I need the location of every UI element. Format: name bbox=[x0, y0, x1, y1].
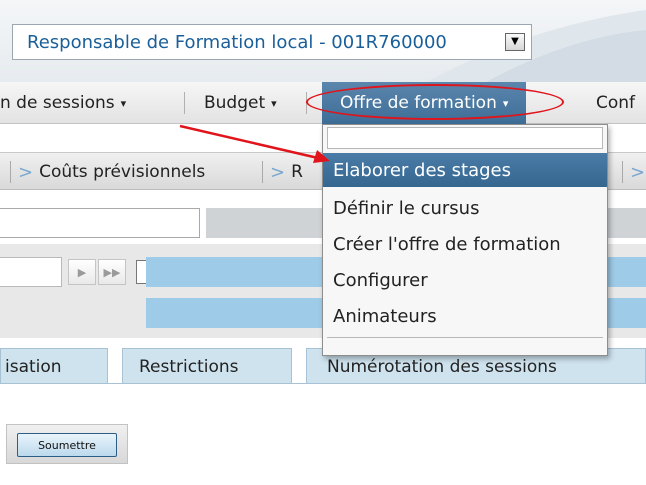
last-icon: ▶▶ bbox=[103, 265, 121, 279]
toolbar-separator bbox=[622, 161, 623, 183]
chevron-right-icon: > bbox=[630, 161, 646, 183]
menu-item-budget[interactable]: Budget ▾ bbox=[204, 82, 277, 124]
dropdown-item-creer-offre[interactable]: Créer l'offre de formation bbox=[323, 227, 607, 261]
profile-select-value: Responsable de Formation local - 001R760… bbox=[27, 31, 447, 53]
next-page-button[interactable]: ▶ bbox=[68, 259, 96, 285]
dropdown-footer bbox=[327, 337, 603, 351]
menu-item-label: Budget bbox=[204, 93, 266, 113]
menu-item-label: Offre de formation bbox=[340, 93, 497, 113]
dropdown-item-elaborer-des-stages[interactable]: Elaborer des stages bbox=[323, 153, 607, 187]
offre-de-formation-dropdown: Elaborer des stages Définir le cursus Cr… bbox=[322, 124, 608, 356]
tab-label: Numérotation des sessions bbox=[327, 356, 557, 377]
menu-item-sessions[interactable]: n de sessions ▾ bbox=[0, 82, 126, 124]
dropdown-item-label: Configurer bbox=[333, 269, 428, 291]
tab-label: isation bbox=[5, 356, 62, 377]
toolbar-item-label: Coûts prévisionnels bbox=[39, 162, 206, 182]
menu-item-configuration[interactable]: Conf bbox=[596, 82, 635, 124]
select-arrow-button[interactable]: ▼ bbox=[505, 33, 525, 51]
dropdown-item-label: Définir le cursus bbox=[333, 197, 480, 219]
submit-button[interactable]: Soumettre bbox=[17, 433, 117, 457]
toolbar-separator bbox=[262, 161, 263, 183]
toolbar-item-r[interactable]: > R bbox=[270, 153, 303, 191]
submit-area: Soumettre bbox=[6, 424, 128, 464]
profile-select[interactable]: Responsable de Formation local - 001R760… bbox=[12, 24, 532, 60]
dropdown-item-label: Elaborer des stages bbox=[333, 159, 511, 181]
chevron-down-icon: ▼ bbox=[511, 36, 519, 47]
next-icon: ▶ bbox=[77, 265, 87, 279]
chevron-down-icon: ▾ bbox=[502, 96, 509, 110]
chevron-right-icon: > bbox=[270, 161, 286, 183]
menu-separator bbox=[306, 92, 307, 114]
tab-divider bbox=[0, 383, 646, 384]
main-menubar: n de sessions ▾ Budget ▾ Offre de formatio… bbox=[0, 82, 646, 124]
top-header: Responsable de Formation local - 001R760… bbox=[0, 0, 646, 82]
toolbar-item-label: R bbox=[291, 162, 303, 182]
tab-restrictions[interactable]: Restrictions bbox=[122, 348, 292, 384]
chevron-down-icon: ▾ bbox=[271, 96, 277, 110]
toolbar-item-couts-previsionnels[interactable]: > Coûts prévisionnels bbox=[18, 153, 205, 191]
tab-label: Restrictions bbox=[139, 356, 239, 377]
menu-item-label: n de sessions bbox=[0, 93, 115, 113]
tab-organisation[interactable]: isation bbox=[0, 348, 108, 384]
dropdown-header-strip bbox=[327, 127, 603, 149]
chevron-down-icon: ▾ bbox=[120, 96, 127, 110]
toolbar-item-next[interactable]: > bbox=[630, 153, 646, 191]
page-input[interactable] bbox=[0, 257, 62, 287]
menu-separator bbox=[184, 92, 185, 114]
dropdown-item-configurer[interactable]: Configurer bbox=[323, 263, 607, 297]
text-input[interactable] bbox=[0, 208, 200, 238]
dropdown-item-animateurs[interactable]: Animateurs bbox=[323, 299, 607, 333]
menu-item-offre-de-formation[interactable]: Offre de formation ▾ bbox=[322, 82, 527, 124]
menu-item-label: Conf bbox=[596, 93, 636, 113]
dropdown-item-definir-le-cursus[interactable]: Définir le cursus bbox=[323, 191, 607, 225]
toolbar-separator bbox=[10, 161, 11, 183]
dropdown-item-label: Créer l'offre de formation bbox=[333, 233, 561, 255]
chevron-right-icon: > bbox=[18, 161, 34, 183]
pager: ▶ ▶▶ bbox=[0, 257, 154, 287]
dropdown-item-label: Animateurs bbox=[333, 305, 437, 327]
last-page-button[interactable]: ▶▶ bbox=[98, 259, 126, 285]
